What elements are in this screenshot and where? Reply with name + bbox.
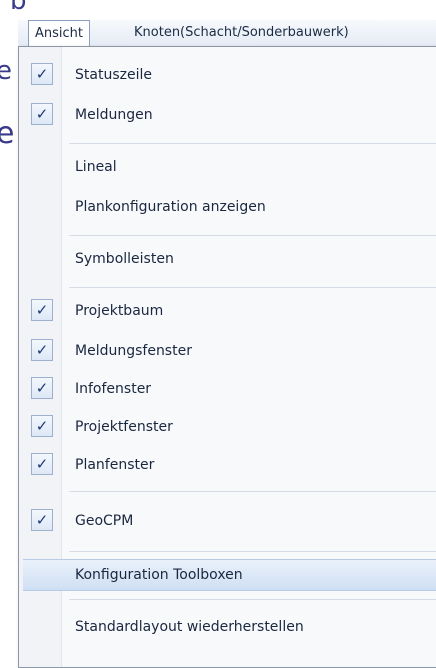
menu-item-infofenster[interactable]: ✓ Infofenster — [19, 375, 436, 403]
menu-item-label: Konfiguration Toolboxen — [75, 567, 243, 583]
menu-item-lineal[interactable]: Lineal — [19, 153, 436, 181]
menu-item-geocpm[interactable]: ✓ GeoCPM — [19, 507, 436, 535]
checkmark-icon: ✓ — [31, 377, 53, 399]
menu-item-label: Planfenster — [75, 457, 155, 473]
checkmark-icon: ✓ — [31, 63, 53, 85]
menu-separator — [69, 551, 436, 552]
menu-item-symbolleisten[interactable]: Symbolleisten ▸ — [19, 245, 436, 273]
menu-item-plankonfiguration[interactable]: Plankonfiguration anzeigen — [19, 193, 436, 221]
menu-item-konfiguration-toolboxen[interactable]: Konfiguration Toolboxen — [23, 559, 436, 591]
menu-separator — [69, 235, 436, 236]
menu-item-label: Symbolleisten — [75, 251, 174, 267]
menu-item-projektfenster[interactable]: ✓ Projektfenster — [19, 413, 436, 441]
menu-item-label: Infofenster — [75, 381, 152, 397]
menu-item-planfenster[interactable]: ✓ Planfenster — [19, 451, 436, 479]
menu-item-label: Meldungen — [75, 107, 153, 123]
menu-separator — [69, 287, 436, 288]
menu-item-label: Projektbaum — [75, 303, 164, 319]
menu-knoten[interactable]: Knoten(Schacht/Sonderbauwerk) — [128, 20, 355, 46]
menu-separator — [69, 599, 436, 600]
checkmark-icon: ✓ — [31, 509, 53, 531]
menu-item-label: Projektfenster — [75, 419, 173, 435]
checkmark-icon: ✓ — [31, 415, 53, 437]
checkmark-icon: ✓ — [31, 339, 53, 361]
menu-separator — [69, 491, 436, 492]
checkmark-icon: ✓ — [31, 453, 53, 475]
menu-item-label: Statuszeile — [75, 67, 152, 83]
menu-item-label: Lineal — [75, 159, 117, 175]
ansicht-dropdown-menu: ✓ Statuszeile ✓ Meldungen Lineal Plankon… — [18, 46, 436, 668]
menu-item-label: GeoCPM — [75, 513, 134, 529]
menu-item-label: Meldungsfenster — [75, 343, 192, 359]
background-document-fragment: e — [0, 56, 12, 86]
menu-item-label: Standardlayout wiederherstellen — [75, 619, 304, 635]
checkmark-icon: ✓ — [31, 103, 53, 125]
menu-item-meldungsfenster[interactable]: ✓ Meldungsfenster — [19, 337, 436, 365]
menu-ansicht[interactable]: Ansicht — [28, 20, 91, 46]
menu-item-meldungen[interactable]: ✓ Meldungen — [19, 101, 436, 129]
menu-bar: Ansicht Knoten(Schacht/Sonderbauwerk) — [18, 20, 436, 47]
menu-item-label: Plankonfiguration anzeigen — [75, 199, 266, 215]
background-document-fragment: b — [10, 0, 28, 16]
menu-separator — [69, 143, 436, 144]
checkmark-icon: ✓ — [31, 299, 53, 321]
menu-item-projektbaum[interactable]: ✓ Projektbaum — [19, 297, 436, 325]
menu-item-standardlayout[interactable]: Standardlayout wiederherstellen — [19, 613, 436, 641]
menu-item-statuszeile[interactable]: ✓ Statuszeile — [19, 61, 436, 89]
background-document-fragment: e — [0, 116, 15, 151]
